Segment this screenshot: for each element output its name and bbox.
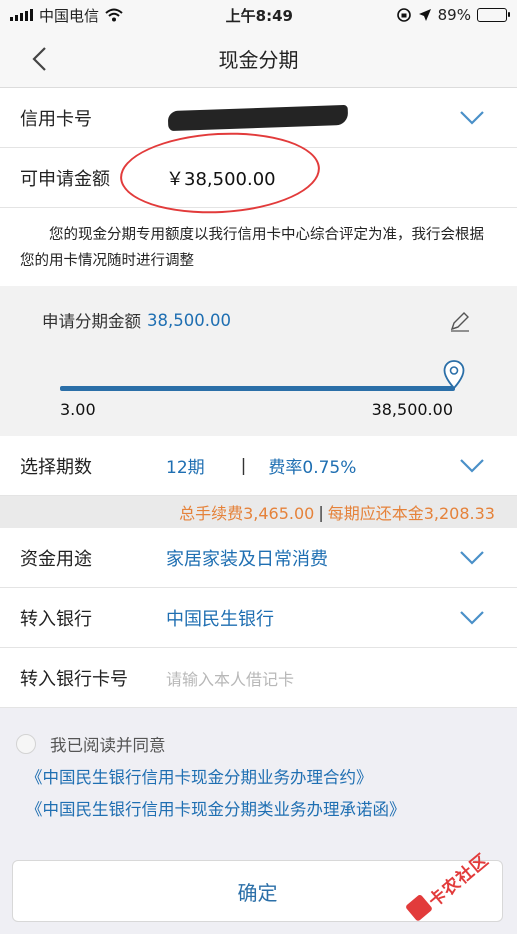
battery-icon — [476, 8, 510, 22]
redacted-card-number — [167, 104, 349, 131]
slider-header: 申请分期金额 38,500.00 — [42, 308, 477, 332]
target-bank-row[interactable]: 转入银行 中国民生银行 — [0, 588, 517, 648]
chevron-down-icon[interactable] — [459, 458, 485, 474]
pencil-icon[interactable] — [449, 310, 471, 332]
confirm-button[interactable]: 确定 — [12, 860, 503, 922]
card-number-row[interactable]: 信用卡号 — [0, 88, 517, 148]
agreement-section: 我已阅读并同意 《中国民生银行信用卡现金分期业务办理合约》 《中国民生银行信用卡… — [0, 708, 517, 853]
per-period-principal: 每期应还本金3,208.33 — [327, 504, 495, 523]
promise-link[interactable]: 《中国民生银行信用卡现金分期类业务办理承诺函》 — [26, 796, 501, 820]
clock: 上午8:49 — [225, 6, 293, 25]
amount-slider-section: 申请分期金额 38,500.00 3.00 38,500.00 — [0, 286, 517, 436]
chevron-left-icon[interactable] — [30, 46, 50, 72]
status-bar: 中国电信 上午8:49 89% — [0, 0, 517, 30]
slider-track[interactable] — [60, 386, 455, 391]
battery-percent: 89% — [437, 6, 471, 24]
bank-card-input[interactable]: 请输入本人借记卡 — [166, 666, 294, 690]
agree-label: 我已阅读并同意 — [50, 736, 166, 755]
chevron-down-icon[interactable] — [459, 110, 485, 126]
location-arrow-icon — [418, 9, 431, 21]
nav-bar: 现金分期 — [0, 30, 517, 88]
slider-max-label: 38,500.00 — [371, 400, 453, 419]
fund-purpose-value: 家居家装及日常消费 — [166, 548, 328, 570]
chevron-down-icon[interactable] — [459, 550, 485, 566]
available-amount-row: 可申请金额 ￥38,500.00 — [0, 148, 517, 208]
contract-link[interactable]: 《中国民生银行信用卡现金分期业务办理合约》 — [26, 764, 501, 788]
fund-purpose-label: 资金用途 — [20, 548, 92, 570]
rotation-lock-icon — [396, 8, 411, 22]
period-label: 选择期数 — [20, 456, 92, 478]
target-bank-card-row[interactable]: 转入银行卡号 请输入本人借记卡 — [0, 648, 517, 708]
card-number-label: 信用卡号 — [20, 108, 92, 130]
available-amount-value: ￥38,500.00 — [166, 168, 276, 190]
fee-rate: 费率0.75% — [268, 458, 357, 478]
available-amount-label: 可申请金额 — [20, 168, 110, 190]
fee-summary-bar: 总手续费3,465.00 | 每期应还本金3,208.33 — [0, 496, 517, 528]
fee-separator: | — [318, 502, 324, 522]
total-fee: 总手续费3,465.00 — [179, 504, 315, 523]
map-pin-icon[interactable] — [443, 360, 465, 390]
quota-notice: 您的现金分期专用额度以我行信用卡中心综合评定为准，我行会根据您的用卡情况随时进行… — [0, 208, 517, 286]
apply-amount-value: 38,500.00 — [147, 310, 231, 330]
agree-radio[interactable] — [16, 734, 36, 754]
target-bank-value: 中国民生银行 — [166, 608, 274, 630]
period-separator: | — [240, 455, 247, 476]
slider-min-label: 3.00 — [60, 400, 96, 419]
carrier-label: 中国电信 — [39, 6, 100, 25]
signal-icon — [10, 9, 33, 21]
apply-amount-label: 申请分期金额 — [42, 312, 141, 331]
target-bank-card-label: 转入银行卡号 — [20, 668, 128, 690]
page-title: 现金分期 — [218, 48, 299, 72]
chevron-down-icon[interactable] — [459, 610, 485, 626]
fund-purpose-row[interactable]: 资金用途 家居家装及日常消费 — [0, 528, 517, 588]
status-left: 中国电信 — [10, 5, 123, 26]
target-bank-label: 转入银行 — [20, 608, 92, 630]
status-right: 89% — [396, 6, 510, 24]
wifi-icon — [105, 8, 123, 22]
period-value: 12期 — [166, 458, 205, 478]
agree-checkbox-row[interactable]: 我已阅读并同意 — [16, 732, 501, 756]
period-row[interactable]: 选择期数 12期 | 费率0.75% — [0, 436, 517, 496]
